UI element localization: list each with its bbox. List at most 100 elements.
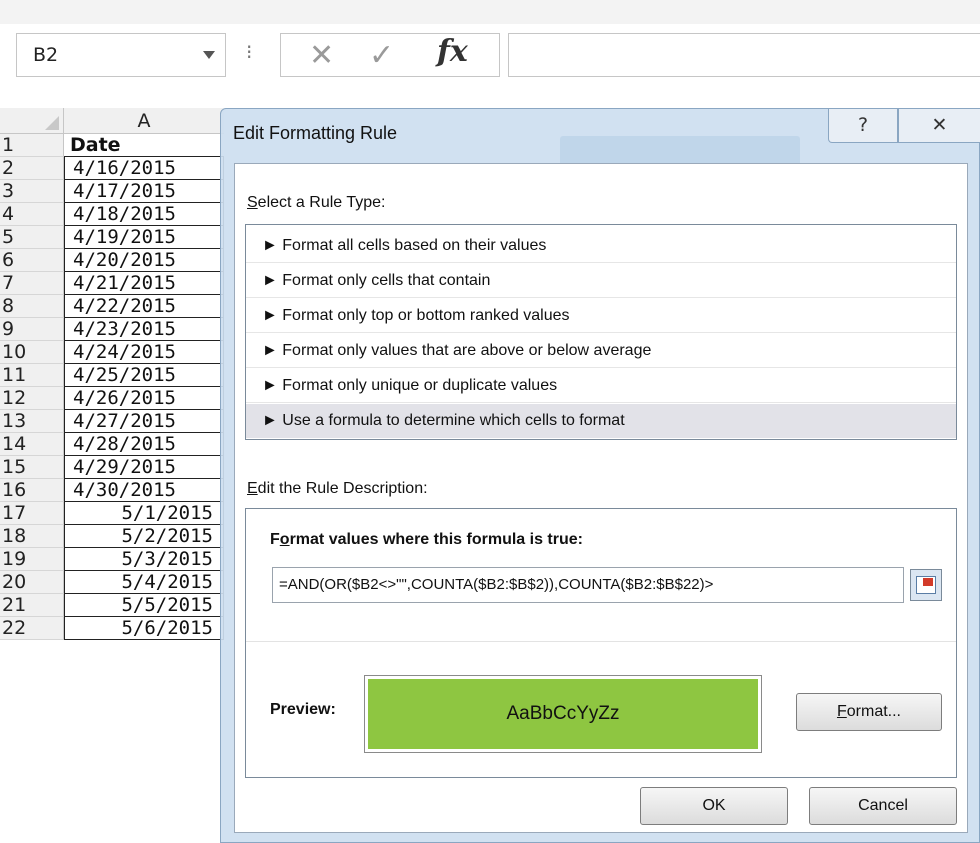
table-row: 8 4/22/2015 — [0, 295, 224, 318]
preview-box: AaBbCcYyZz — [364, 675, 762, 753]
formula-label-pre: F — [270, 531, 280, 548]
row-header[interactable]: 12 — [0, 387, 64, 410]
rule-type-item[interactable]: ► Format only unique or duplicate values — [246, 369, 956, 403]
column-header-a[interactable]: A — [64, 108, 224, 134]
formula-bar-grip-icon[interactable]: ⁝ — [246, 40, 252, 64]
date-cell[interactable]: 4/29/2015 — [64, 456, 224, 479]
row-header[interactable]: 5 — [0, 226, 64, 249]
rule-type-item[interactable]: ► Format only top or bottom ranked value… — [246, 299, 956, 333]
date-cell[interactable]: 4/18/2015 — [64, 203, 224, 226]
row-header[interactable]: 10 — [0, 341, 64, 364]
format-button-rest: ormat... — [846, 703, 901, 720]
cancel-icon[interactable]: ✕ — [309, 38, 334, 73]
dialog-body: Select a Rule Type: ► Format all cells b… — [234, 163, 968, 833]
collapse-dialog-button[interactable] — [910, 569, 942, 601]
date-cell[interactable]: 4/25/2015 — [64, 364, 224, 387]
description-label-accel: E — [247, 480, 258, 497]
table-row: 17 5/1/2015 — [0, 502, 224, 525]
formula-input[interactable] — [508, 33, 980, 77]
date-cell[interactable]: 5/1/2015 — [64, 502, 224, 525]
rule-type-list[interactable]: ► Format all cells based on their values… — [245, 224, 957, 440]
rule-type-item[interactable]: ► Format all cells based on their values — [246, 229, 956, 263]
table-row: 9 4/23/2015 — [0, 318, 224, 341]
date-cell[interactable]: 4/16/2015 — [64, 157, 224, 180]
row-header[interactable]: 17 — [0, 502, 64, 525]
preview-label: Preview: — [270, 701, 336, 718]
date-cell[interactable]: 5/2/2015 — [64, 525, 224, 548]
row-header[interactable]: 22 — [0, 617, 64, 640]
table-row: 14 4/28/2015 — [0, 433, 224, 456]
table-row: 5 4/19/2015 — [0, 226, 224, 249]
table-row: 6 4/20/2015 — [0, 249, 224, 272]
rule-type-label-accel: S — [247, 194, 258, 211]
row-header[interactable]: 14 — [0, 433, 64, 456]
name-box[interactable]: B2 — [16, 33, 226, 77]
date-cell[interactable]: 4/27/2015 — [64, 410, 224, 433]
date-cell[interactable]: 5/5/2015 — [64, 594, 224, 617]
row-header[interactable]: 13 — [0, 410, 64, 433]
date-cell[interactable]: 4/20/2015 — [64, 249, 224, 272]
format-button[interactable]: Format... — [796, 693, 942, 731]
table-row: 7 4/21/2015 — [0, 272, 224, 295]
row-header[interactable]: 16 — [0, 479, 64, 502]
row-header[interactable]: 9 — [0, 318, 64, 341]
date-cell[interactable]: 4/17/2015 — [64, 180, 224, 203]
header-row: 1 Date — [0, 134, 224, 157]
row-header[interactable]: 11 — [0, 364, 64, 387]
description-label-rest: dit the Rule Description: — [257, 480, 428, 497]
table-row: 2 4/16/2015 — [0, 157, 224, 180]
formula-buttons: ✕ ✓ fx — [280, 33, 500, 77]
date-cell[interactable]: 4/19/2015 — [64, 226, 224, 249]
row-header[interactable]: 8 — [0, 295, 64, 318]
format-button-accel: F — [836, 703, 847, 720]
date-cell[interactable]: 4/28/2015 — [64, 433, 224, 456]
date-cell[interactable]: 5/3/2015 — [64, 548, 224, 571]
rule-type-label: Select a Rule Type: — [247, 194, 385, 212]
date-cell[interactable]: 4/22/2015 — [64, 295, 224, 318]
row-header[interactable]: 19 — [0, 548, 64, 571]
rule-type-item[interactable]: ► Format only cells that contain — [246, 264, 956, 298]
formula-field[interactable]: =AND(OR($B2<>"",COUNTA($B2:$B$2)),COUNTA… — [272, 567, 904, 603]
row-header[interactable]: 20 — [0, 571, 64, 594]
table-row: 13 4/27/2015 — [0, 410, 224, 433]
table-row: 16 4/30/2015 — [0, 479, 224, 502]
select-all-corner[interactable] — [0, 108, 64, 134]
table-row: 20 5/4/2015 — [0, 571, 224, 594]
row-header[interactable]: 6 — [0, 249, 64, 272]
row-header[interactable]: 7 — [0, 272, 64, 295]
ok-button[interactable]: OK — [640, 787, 788, 825]
table-row: 11 4/25/2015 — [0, 364, 224, 387]
row-header[interactable]: 18 — [0, 525, 64, 548]
name-box-value: B2 — [33, 44, 59, 66]
insert-function-icon[interactable]: fx — [437, 34, 468, 69]
date-cell[interactable]: 5/6/2015 — [64, 617, 224, 640]
row-header[interactable]: 3 — [0, 180, 64, 203]
column-title-cell[interactable]: Date — [64, 134, 224, 157]
rule-type-item[interactable]: ► Use a formula to determine which cells… — [246, 404, 956, 438]
date-cell[interactable]: 5/4/2015 — [64, 571, 224, 594]
description-label: Edit the Rule Description: — [247, 480, 428, 498]
table-row: 3 4/17/2015 — [0, 180, 224, 203]
preview-sample: AaBbCcYyZz — [368, 679, 758, 749]
date-cell[interactable]: 4/23/2015 — [64, 318, 224, 341]
row-header[interactable]: 2 — [0, 157, 64, 180]
date-cell[interactable]: 4/30/2015 — [64, 479, 224, 502]
row-header[interactable]: 21 — [0, 594, 64, 617]
date-cell[interactable]: 4/21/2015 — [64, 272, 224, 295]
title-buttons: ? ✕ — [828, 109, 980, 145]
close-button[interactable]: ✕ — [898, 109, 980, 143]
enter-icon[interactable]: ✓ — [369, 38, 394, 73]
rule-type-item[interactable]: ► Format only values that are above or b… — [246, 334, 956, 368]
table-row: 12 4/26/2015 — [0, 387, 224, 410]
row-header[interactable]: 4 — [0, 203, 64, 226]
rule-type-label-rest: elect a Rule Type: — [257, 194, 386, 211]
row-header[interactable]: 15 — [0, 456, 64, 479]
select-all-triangle-icon — [45, 116, 59, 130]
cancel-button[interactable]: Cancel — [809, 787, 957, 825]
row-header[interactable]: 1 — [0, 134, 64, 157]
date-cell[interactable]: 4/26/2015 — [64, 387, 224, 410]
help-button[interactable]: ? — [828, 109, 898, 143]
chevron-down-icon[interactable] — [203, 51, 215, 59]
edit-formatting-rule-dialog: Edit Formatting Rule ? ✕ Select a Rule T… — [220, 108, 980, 843]
date-cell[interactable]: 4/24/2015 — [64, 341, 224, 364]
